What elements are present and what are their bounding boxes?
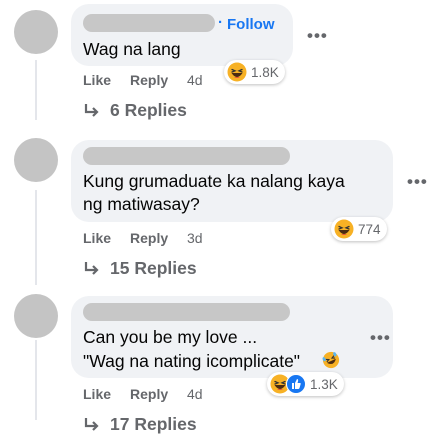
view-replies-button[interactable]: 6 Replies: [84, 100, 187, 121]
commenter-name-redacted[interactable]: [83, 14, 215, 32]
rolling-laughing-emoji-icon: [322, 351, 340, 369]
comment-text: Kung grumaduate ka nalang kaya: [83, 171, 345, 191]
comment-timestamp[interactable]: 4d: [187, 386, 203, 402]
comment-timestamp[interactable]: 4d: [187, 72, 203, 88]
comment-timestamp[interactable]: 3d: [187, 230, 203, 246]
reaction-summary[interactable]: 1.3K: [267, 372, 344, 396]
thread-connector-line: [35, 60, 37, 120]
thread-connector-line: [35, 340, 37, 420]
reply-button[interactable]: Reply: [130, 72, 168, 88]
reaction-count: 774: [358, 221, 381, 237]
commenter-name-redacted[interactable]: [83, 147, 290, 165]
reaction-summary[interactable]: 1.8K: [224, 60, 285, 84]
like-thumb-icon: [286, 374, 306, 394]
reply-arrow-icon: [84, 261, 99, 275]
comment-text: Can you be my love ...: [83, 327, 258, 347]
reply-button[interactable]: Reply: [130, 386, 168, 402]
more-options-icon[interactable]: •••: [307, 26, 328, 46]
avatar[interactable]: [14, 294, 58, 338]
replies-count-label: 6 Replies: [110, 100, 187, 120]
reply-button[interactable]: Reply: [130, 230, 168, 246]
comment-text: "Wag na nating icomplicate": [83, 351, 301, 371]
like-button[interactable]: Like: [83, 386, 111, 402]
reaction-count: 1.3K: [310, 376, 338, 392]
haha-emoji-icon: [334, 219, 354, 239]
comment-text: ng matiwasay?: [83, 194, 200, 214]
commenter-name-redacted[interactable]: [83, 303, 290, 321]
like-button[interactable]: Like: [83, 72, 111, 88]
comment-text: Wag na lang: [83, 39, 181, 59]
view-replies-button[interactable]: 17 Replies: [84, 414, 197, 435]
reply-arrow-icon: [84, 103, 99, 117]
like-button[interactable]: Like: [83, 230, 111, 246]
avatar[interactable]: [14, 138, 58, 182]
follow-button[interactable]: Follow: [227, 16, 275, 33]
replies-count-label: 17 Replies: [110, 414, 197, 434]
reaction-summary[interactable]: 774: [331, 217, 387, 241]
reaction-count: 1.8K: [251, 64, 279, 80]
replies-count-label: 15 Replies: [110, 258, 197, 278]
more-options-icon[interactable]: •••: [407, 172, 428, 192]
dot-separator: ·: [218, 14, 223, 31]
avatar[interactable]: [14, 10, 58, 54]
thread-connector-line: [35, 190, 37, 285]
view-replies-button[interactable]: 15 Replies: [84, 258, 197, 279]
more-options-icon[interactable]: •••: [370, 328, 391, 348]
haha-emoji-icon: [227, 62, 247, 82]
reply-arrow-icon: [84, 417, 99, 431]
